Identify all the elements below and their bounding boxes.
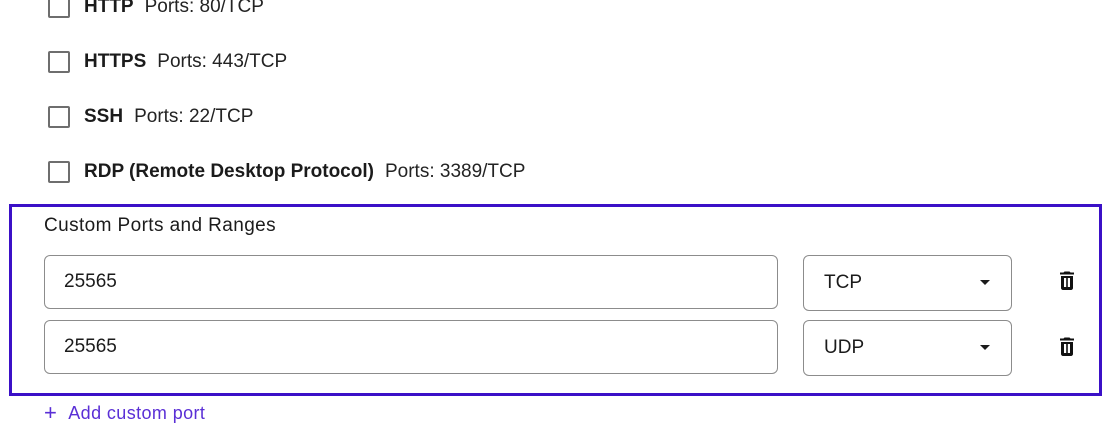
protocol-value: TCP <box>824 272 862 293</box>
trash-icon <box>1060 271 1074 290</box>
chevron-down-icon <box>980 280 990 285</box>
ssh-checkbox[interactable] <box>48 106 70 128</box>
trash-icon <box>1060 337 1074 356</box>
chevron-down-icon <box>980 345 990 350</box>
rdp-checkbox[interactable] <box>48 161 70 183</box>
http-checkbox[interactable] <box>48 0 70 18</box>
port-input-2[interactable] <box>44 320 778 374</box>
preset-https: HTTPS Ports: 443/TCP <box>48 50 287 74</box>
add-custom-port-button[interactable]: + Add custom port <box>44 401 205 425</box>
preset-ports: Ports: 3389/TCP <box>384 161 526 182</box>
preset-ports: Ports: 443/TCP <box>157 51 288 72</box>
delete-row-button[interactable] <box>1055 335 1079 359</box>
section-title: Custom Ports and Ranges <box>44 215 277 236</box>
preset-ports: Ports: 80/TCP <box>144 0 264 17</box>
port-settings: HTTP Ports: 80/TCP HTTPS Ports: 443/TCP … <box>0 0 1116 443</box>
preset-ports: Ports: 22/TCP <box>134 106 254 127</box>
protocol-select-1[interactable]: TCP <box>803 255 1012 311</box>
protocol-value: UDP <box>824 337 865 358</box>
plus-icon: + <box>44 400 58 425</box>
preset-name: HTTPS <box>84 51 147 72</box>
delete-row-button[interactable] <box>1055 269 1079 293</box>
preset-name: HTTP <box>84 0 134 17</box>
preset-http: HTTP Ports: 80/TCP <box>48 0 264 19</box>
custom-ports-section: Custom Ports and Ranges TCP UDP <box>9 204 1102 396</box>
add-custom-port-label: Add custom port <box>68 402 206 423</box>
https-checkbox[interactable] <box>48 51 70 73</box>
preset-name: SSH <box>84 106 124 127</box>
preset-name: RDP (Remote Desktop Protocol) <box>84 161 374 182</box>
preset-rdp: RDP (Remote Desktop Protocol) Ports: 338… <box>48 160 525 184</box>
preset-ssh: SSH Ports: 22/TCP <box>48 105 253 129</box>
protocol-select-2[interactable]: UDP <box>803 320 1012 376</box>
port-input-1[interactable] <box>44 255 778 309</box>
